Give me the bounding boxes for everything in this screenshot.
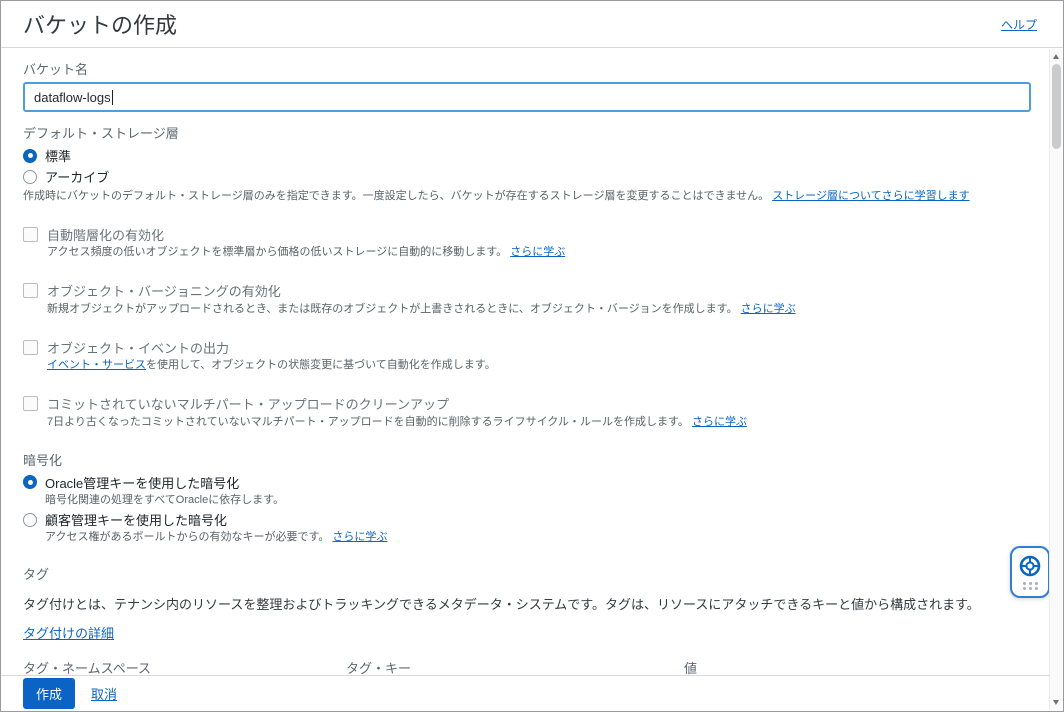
emit-events-option: オブジェクト・イベントの出力 イベント・サービスを使用して、オブジェクトの状態変… — [23, 338, 1031, 373]
storage-tier-help: 作成時にバケットのデフォルト・ストレージ層のみを指定できます。一度設定したら、バ… — [23, 189, 1031, 204]
auto-tiering-option: 自動階層化の有効化 アクセス頻度の低いオブジェクトを標準層から価格の低いストレー… — [23, 225, 1031, 260]
cancel-link[interactable]: 取消 — [91, 684, 117, 703]
checkbox-icon — [23, 340, 38, 355]
object-versioning-learn-link[interactable]: さらに学ぶ — [741, 303, 796, 315]
scrollbar-up-button[interactable] — [1050, 50, 1062, 63]
encryption-label: 暗号化 — [23, 450, 1031, 469]
multipart-cleanup-option: コミットされていないマルチパート・アップロードのクリーンアップ 7日より古くなっ… — [23, 395, 1031, 430]
scrollbar-thumb[interactable] — [1052, 64, 1061, 149]
multipart-cleanup-help: 7日より古くなったコミットされていないマルチパート・アップロードを自動的に削除す… — [47, 415, 1031, 430]
tags-label: タグ — [23, 564, 1031, 583]
tag-namespace-header: タグ・ネームスペース — [23, 658, 331, 675]
tags-description: タグ付けとは、テナンシ内のリソースを整理およびトラッキングできるメタデータ・シス… — [23, 595, 1031, 615]
dialog-footer: 作成 取消 — [1, 675, 1049, 711]
multipart-cleanup-checkbox[interactable]: コミットされていないマルチパート・アップロードのクリーンアップ — [23, 395, 1031, 413]
events-service-link[interactable]: イベント・サービス — [47, 359, 146, 371]
dialog-header: バケットの作成 ヘルプ — [1, 1, 1063, 48]
bucket-name-label: バケット名 — [23, 59, 1031, 78]
tag-value-header: 値 — [684, 658, 1006, 675]
customer-keys-learn-link[interactable]: さらに学ぶ — [332, 531, 387, 543]
archive-tier-radio[interactable]: アーカイブ — [23, 167, 1031, 186]
arrow-up-icon — [1053, 54, 1059, 59]
form-content: バケット名 dataflow-logs デフォルト・ストレージ層 標準 アーカイ… — [1, 49, 1049, 675]
object-versioning-checkbox[interactable]: オブジェクト・バージョニングの有効化 — [23, 282, 1031, 300]
encryption-section: 暗号化 Oracle管理キーを使用した暗号化 暗号化関連の処理をすべてOracl… — [23, 450, 1031, 546]
bucket-name-field: バケット名 dataflow-logs — [23, 59, 1031, 112]
create-bucket-dialog: バケットの作成 ヘルプ バケット名 dataflow-logs デフォルト・スト… — [0, 0, 1064, 712]
scrollbar-down-button[interactable] — [1050, 696, 1062, 709]
bucket-name-value: dataflow-logs — [34, 90, 111, 105]
radio-selected-icon — [23, 149, 37, 163]
oracle-keys-radio[interactable]: Oracle管理キーを使用した暗号化 — [23, 473, 1031, 492]
storage-tier-section: デフォルト・ストレージ層 標準 アーカイブ 作成時にバケットのデフォルト・ストレ… — [23, 123, 1031, 204]
assistant-widget[interactable] — [1010, 546, 1050, 598]
tagging-details-link[interactable]: タグ付けの詳細 — [23, 626, 114, 641]
radio-unselected-icon — [23, 513, 37, 527]
emit-events-checkbox[interactable]: オブジェクト・イベントの出力 — [23, 338, 1031, 356]
auto-tiering-help: アクセス頻度の低いオブジェクトを標準層から価格の低いストレージに自動的に移動しま… — [47, 245, 1031, 260]
checkbox-icon — [23, 283, 38, 298]
radio-unselected-icon — [23, 170, 37, 184]
multipart-cleanup-learn-link[interactable]: さらに学ぶ — [692, 416, 747, 428]
object-versioning-help: 新規オブジェクトがアップロードされるとき、または既存のオブジェクトが上書きされる… — [47, 302, 1031, 317]
drag-handle-dots-icon — [1023, 582, 1038, 590]
page-title: バケットの作成 — [23, 8, 177, 40]
customer-keys-help: アクセス権があるボールトからの有効なキーが必要です。 さらに学ぶ — [45, 530, 1031, 545]
standard-tier-radio[interactable]: 標準 — [23, 146, 1031, 165]
checkbox-icon — [23, 227, 38, 242]
create-button[interactable]: 作成 — [23, 678, 75, 709]
text-cursor — [112, 90, 113, 105]
tag-column-headers: タグ・ネームスペース タグ・キー 値 — [23, 658, 1031, 675]
life-ring-icon — [1018, 554, 1042, 578]
checkbox-icon — [23, 396, 38, 411]
oracle-keys-help: 暗号化関連の処理をすべてOracleに依存します。 — [45, 493, 1031, 508]
customer-keys-radio[interactable]: 顧客管理キーを使用した暗号化 — [23, 510, 1031, 529]
arrow-down-icon — [1053, 700, 1059, 705]
radio-selected-icon — [23, 475, 37, 489]
object-versioning-option: オブジェクト・バージョニングの有効化 新規オブジェクトがアップロードされるとき、… — [23, 282, 1031, 317]
tag-key-header: タグ・キー — [346, 658, 666, 675]
vertical-scrollbar[interactable] — [1049, 49, 1062, 710]
storage-tier-learn-link[interactable]: ストレージ層についてさらに学習します — [772, 190, 969, 202]
tags-section: タグ タグ付けとは、テナンシ内のリソースを整理およびトラッキングできるメタデータ… — [23, 564, 1031, 675]
storage-tier-label: デフォルト・ストレージ層 — [23, 123, 1031, 142]
help-link[interactable]: ヘルプ — [1001, 16, 1037, 33]
bucket-name-input[interactable]: dataflow-logs — [23, 82, 1031, 112]
auto-tiering-learn-link[interactable]: さらに学ぶ — [510, 246, 565, 258]
auto-tiering-checkbox[interactable]: 自動階層化の有効化 — [23, 225, 1031, 243]
emit-events-help: イベント・サービスを使用して、オブジェクトの状態変更に基づいて自動化を作成します… — [47, 358, 1031, 373]
